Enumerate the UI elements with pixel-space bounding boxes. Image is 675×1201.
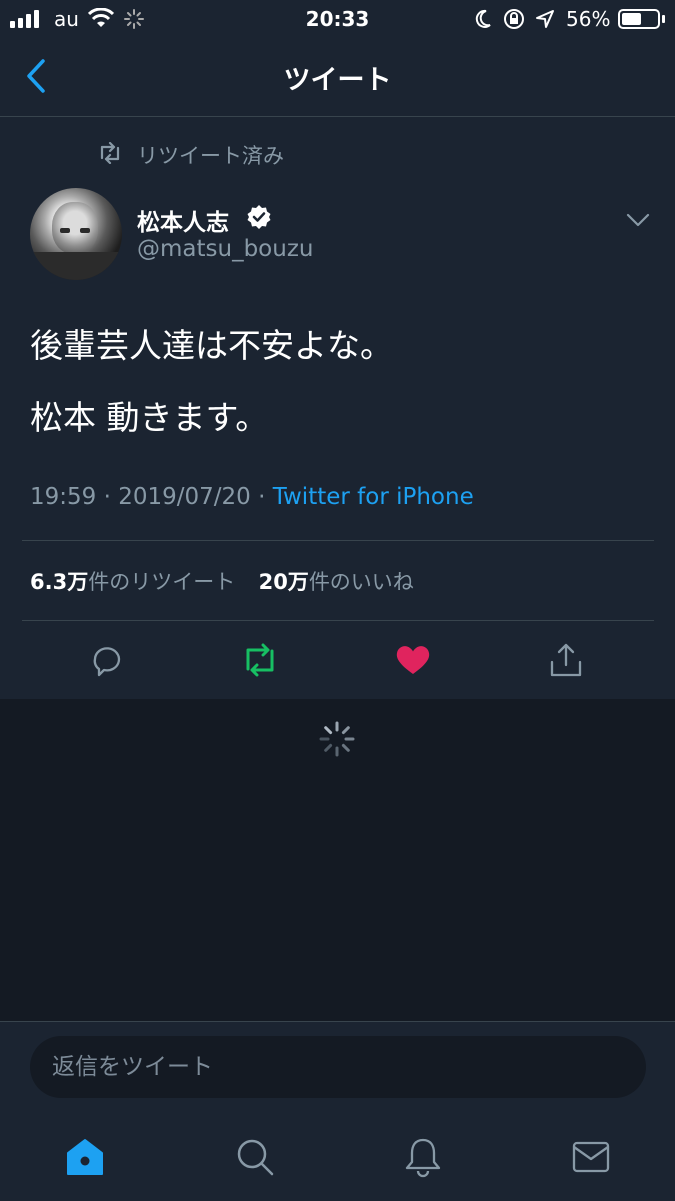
- retweet-count-label[interactable]: 件のリツイート: [88, 570, 235, 594]
- home-icon: [67, 1139, 103, 1175]
- verified-badge-icon: [247, 205, 271, 229]
- share-button[interactable]: [544, 638, 588, 682]
- retweet-button[interactable]: [237, 638, 283, 682]
- tweet-date: 2019/07/20: [118, 484, 251, 510]
- heart-icon: [396, 646, 430, 674]
- battery-tip: [662, 15, 665, 23]
- tab-search[interactable]: [230, 1132, 280, 1182]
- tweet-source-link[interactable]: Twitter for iPhone: [273, 484, 474, 510]
- navigation-bar: ツイート: [0, 38, 675, 117]
- tab-notifications[interactable]: [398, 1132, 448, 1182]
- share-icon: [550, 643, 582, 677]
- bell-icon: [405, 1138, 441, 1178]
- tab-home[interactable]: [60, 1132, 110, 1182]
- retweet-count[interactable]: 6.3万: [30, 570, 88, 594]
- battery-percent: 56%: [566, 7, 611, 31]
- location-icon: [536, 10, 554, 28]
- retweet-context-icon: [100, 142, 120, 164]
- loading-spinner-icon: [319, 721, 355, 757]
- like-count-label[interactable]: 件のいいね: [309, 570, 414, 594]
- search-icon: [237, 1139, 274, 1176]
- avatar[interactable]: [30, 188, 122, 280]
- tweet-text-line-1: 後輩芸人達は不安よな。: [30, 326, 393, 365]
- divider: [22, 620, 654, 621]
- author-handle[interactable]: @matsu_bouzu: [137, 236, 313, 262]
- page-title: ツイート: [283, 65, 392, 96]
- tweet-meta: 19:59 · 2019/07/20 · Twitter for iPhone: [30, 484, 474, 510]
- meta-separator: ·: [258, 484, 266, 510]
- reply-input[interactable]: [30, 1036, 646, 1098]
- rotation-lock-icon: [504, 9, 524, 29]
- reply-button[interactable]: [84, 638, 128, 682]
- meta-separator: ·: [103, 484, 111, 510]
- retweet-context-label: リツイート済み: [137, 144, 284, 168]
- tab-messages[interactable]: [566, 1132, 616, 1182]
- author-name[interactable]: 松本人志: [137, 203, 229, 237]
- battery-icon: [618, 9, 660, 29]
- tweet-text-line-2: 松本 動きます。: [30, 398, 269, 437]
- tweet-time: 19:59: [30, 484, 97, 510]
- tweet-stats: 6.3万件のリツイート 20万件のいいね: [30, 566, 414, 596]
- like-count[interactable]: 20万: [259, 570, 309, 594]
- moon-icon: [475, 9, 491, 28]
- like-button[interactable]: [390, 638, 436, 682]
- divider: [22, 540, 654, 541]
- mail-icon: [572, 1141, 610, 1173]
- chevron-down-icon[interactable]: [626, 212, 650, 228]
- status-bar: au 20:33 56%: [0, 0, 675, 38]
- retweet-icon: [246, 643, 274, 677]
- reply-icon: [93, 647, 121, 677]
